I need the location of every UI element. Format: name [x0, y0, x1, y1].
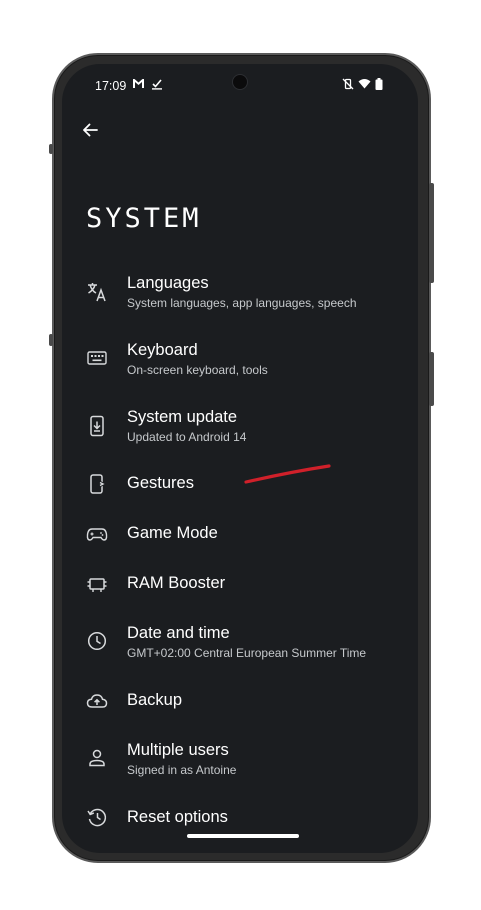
annotation-stroke: [244, 464, 331, 484]
